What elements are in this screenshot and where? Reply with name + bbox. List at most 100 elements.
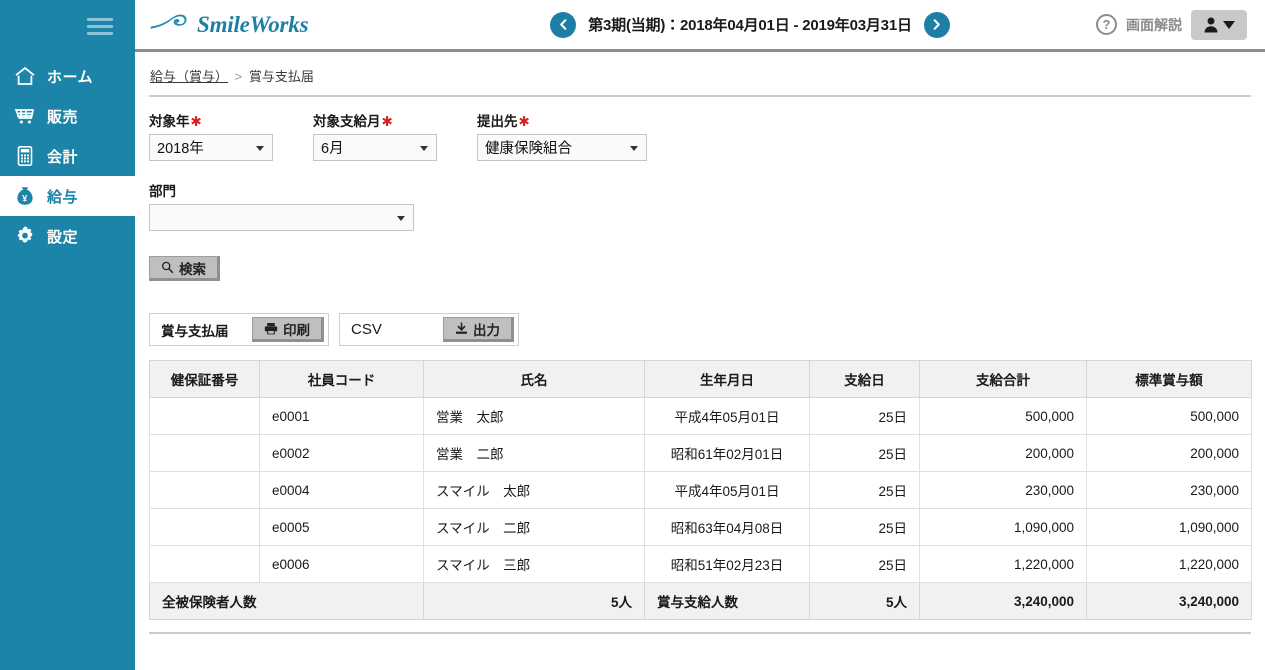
cell-pay-total: 200,000: [919, 434, 1087, 472]
hamburger-bar: [87, 17, 113, 21]
sidebar-item-label: ホーム: [47, 68, 94, 86]
print-button[interactable]: 印刷: [252, 317, 324, 342]
question-circle-icon[interactable]: ?: [1096, 14, 1117, 35]
sidebar-item-settings[interactable]: 設定: [0, 216, 135, 256]
field-label: 部門: [149, 180, 414, 200]
search-form-row-1: 対象年✱ 2018年 対象支給月✱ 6月 提出先✱ 健康保険組合: [149, 97, 1250, 161]
footer-pay-total: 3,240,000: [919, 582, 1087, 620]
user-avatar-icon: [1203, 16, 1219, 33]
home-icon: [12, 63, 38, 89]
select-value: 健康保険組合: [485, 141, 572, 157]
column-header-insurance-no[interactable]: 健保証番号: [149, 360, 260, 398]
download-icon: [455, 322, 468, 335]
cell-pay-day: 25日: [809, 545, 920, 583]
sidebar-item-accounting[interactable]: 会計: [0, 136, 135, 176]
footer-insured-count: 5人: [423, 582, 645, 620]
money-bag-icon: ¥: [12, 183, 38, 209]
cell-standard-bonus: 500,000: [1086, 397, 1252, 435]
table-footer-row: 全被保険者人数 5人 賞与支給人数 5人 3,240,000 3,240,000: [149, 582, 1252, 620]
breadcrumb-parent-link[interactable]: 給与（賞与）: [150, 69, 228, 84]
required-marker: ✱: [381, 114, 393, 129]
sidebar-item-sales[interactable]: 販売: [0, 96, 135, 136]
field-label-text: 対象支給月: [313, 114, 381, 129]
cell-insurance-no: [149, 471, 260, 509]
target-month-select[interactable]: 6月: [313, 134, 437, 161]
table-row[interactable]: e0004 スマイル 太郎 平成4年05月01日 25日 230,000 230…: [149, 471, 1252, 509]
csv-group-label: CSV: [351, 321, 382, 338]
cell-pay-day: 25日: [809, 434, 920, 472]
caret-down-icon: [1223, 20, 1235, 29]
cell-name: スマイル 二郎: [423, 508, 645, 546]
magnifier-icon: [161, 261, 174, 274]
search-button-label: 検索: [179, 261, 206, 277]
cell-birthdate: 平成4年05月01日: [644, 397, 810, 435]
cell-employee-code: e0001: [259, 397, 424, 435]
field-department: 部門: [149, 180, 414, 231]
hamburger-icon[interactable]: [87, 14, 113, 39]
column-header-pay-total[interactable]: 支給合計: [919, 360, 1087, 398]
submission-destination-select[interactable]: 健康保険組合: [477, 134, 647, 161]
printer-icon: [264, 322, 278, 335]
field-label: 対象支給月✱: [313, 110, 437, 130]
csv-export-button[interactable]: 出力: [443, 317, 514, 342]
header-actions: ? 画面解説: [1035, 9, 1265, 40]
chevron-down-icon: [420, 145, 428, 151]
cell-standard-bonus: 230,000: [1086, 471, 1252, 509]
column-header-standard-bonus[interactable]: 標準賞与額: [1086, 360, 1252, 398]
user-menu-button[interactable]: [1191, 9, 1247, 40]
column-header-pay-day[interactable]: 支給日: [809, 360, 920, 398]
column-header-employee-code[interactable]: 社員コード: [259, 360, 424, 398]
cart-icon: [12, 103, 38, 129]
search-button[interactable]: 検索: [149, 256, 220, 281]
search-button-row: 検索: [149, 231, 1250, 281]
chevron-down-icon: [397, 215, 405, 221]
smileworks-swoosh-logo-icon: [149, 9, 191, 40]
cell-standard-bonus: 1,220,000: [1086, 545, 1252, 583]
column-header-birthdate[interactable]: 生年月日: [644, 360, 810, 398]
sidebar-item-payroll[interactable]: ¥ 給与: [0, 176, 135, 216]
application-window: ホーム 販売 会計 ¥ 給与 設定 SmileWorks 第3期(当期)：201…: [0, 0, 1265, 670]
department-select[interactable]: [149, 204, 414, 231]
hamburger-bar: [87, 31, 113, 35]
main-area: SmileWorks 第3期(当期)：2018年04月01日 - 2019年03…: [135, 0, 1265, 670]
cell-employee-code: e0004: [259, 471, 424, 509]
cell-pay-day: 25日: [809, 471, 920, 509]
fiscal-period-selector: 第3期(当期)：2018年04月01日 - 2019年03月31日: [465, 11, 1035, 38]
table-row[interactable]: e0001 営業 太郎 平成4年05月01日 25日 500,000 500,0…: [149, 397, 1252, 435]
sidebar-item-home[interactable]: ホーム: [0, 56, 135, 96]
cell-insurance-no: [149, 397, 260, 435]
bonus-payment-table-wrap: 健保証番号 社員コード 氏名 生年月日 支給日 支給合計 標準賞与額 e0001…: [149, 346, 1252, 634]
bottom-divider: [149, 632, 1251, 634]
brand-logo[interactable]: SmileWorks: [135, 9, 465, 40]
cell-pay-day: 25日: [809, 508, 920, 546]
chevron-down-icon: [256, 145, 264, 151]
hamburger-bar: [87, 24, 113, 28]
cell-pay-day: 25日: [809, 397, 920, 435]
footer-standard-bonus-total: 3,240,000: [1086, 582, 1252, 620]
gear-icon: [12, 223, 38, 249]
chevron-left-circle-icon[interactable]: [550, 11, 577, 38]
search-form-row-2: 部門: [149, 161, 1250, 231]
breadcrumb-separator: >: [234, 69, 243, 84]
sidebar-item-label: 設定: [47, 228, 79, 246]
field-label: 提出先✱: [477, 110, 647, 130]
cell-standard-bonus: 200,000: [1086, 434, 1252, 472]
table-row[interactable]: e0002 営業 二郎 昭和61年02月01日 25日 200,000 200,…: [149, 434, 1252, 472]
field-target-year: 対象年✱ 2018年: [149, 110, 273, 161]
target-year-select[interactable]: 2018年: [149, 134, 273, 161]
footer-paid-count: 5人: [809, 582, 920, 620]
help-link[interactable]: 画面解説: [1126, 15, 1182, 35]
table-body: e0001 営業 太郎 平成4年05月01日 25日 500,000 500,0…: [149, 397, 1252, 620]
select-value: 2018年: [157, 141, 204, 157]
sidebar-item-label: 会計: [47, 148, 79, 166]
chevron-down-icon: [630, 145, 638, 151]
table-row[interactable]: e0005 スマイル 二郎 昭和63年04月08日 25日 1,090,000 …: [149, 508, 1252, 546]
chevron-right-circle-icon[interactable]: [923, 11, 950, 38]
cell-employee-code: e0006: [259, 545, 424, 583]
table-row[interactable]: e0006 スマイル 三郎 昭和51年02月23日 25日 1,220,000 …: [149, 545, 1252, 583]
field-label-text: 部門: [149, 184, 176, 199]
column-header-name[interactable]: 氏名: [423, 360, 645, 398]
calculator-icon: [12, 143, 38, 169]
cell-name: 営業 二郎: [423, 434, 645, 472]
page-content: 給与（賞与） > 賞与支払届 対象年✱ 2018年 対象支給月✱ 6月 提出先✱…: [135, 52, 1265, 634]
